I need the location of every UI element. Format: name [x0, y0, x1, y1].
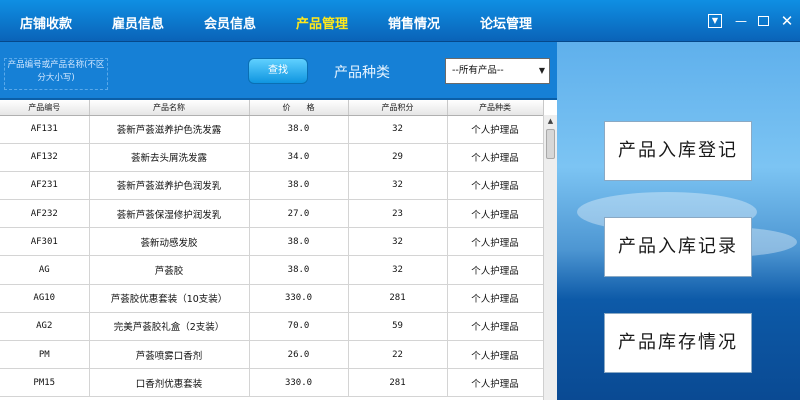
nav-item-sales-status[interactable]: 销售情况 [388, 13, 440, 32]
cell-code: AF131 [0, 115, 90, 144]
cell-code: AG [0, 255, 90, 285]
column-header-points[interactable]: 产品积分 [348, 100, 448, 116]
search-button[interactable]: 查找 [248, 58, 308, 84]
product-table: 产品编号 产品名称 价 格 产品积分 产品种类 AF131 荟新芦荟滋养护色洗发… [0, 100, 544, 398]
cell-code: AF232 [0, 199, 90, 229]
cell-price: 330.0 [249, 368, 349, 398]
cell-category: 个人护理品 [447, 199, 544, 229]
cell-name: 口香剂优惠套装 [89, 368, 250, 398]
column-header-code[interactable]: 产品编号 [0, 100, 90, 116]
cell-category: 个人护理品 [447, 368, 544, 398]
table-row[interactable]: AF301 荟新动感发胶 38.0 32 个人护理品 [0, 227, 544, 257]
minimize-icon[interactable]: — [734, 14, 748, 28]
product-table-container: 产品编号 产品名称 价 格 产品积分 产品种类 AF131 荟新芦荟滋养护色洗发… [0, 100, 557, 400]
table-row[interactable]: AG10 芦荟胶优惠套装（10支装） 330.0 281 个人护理品 [0, 284, 544, 313]
cell-price: 70.0 [249, 312, 349, 342]
category-select-value: --所有产品-- [452, 65, 504, 76]
cell-category: 个人护理品 [447, 115, 544, 144]
cell-points: 22 [348, 340, 448, 370]
category-label: 产品种类 [334, 65, 390, 81]
category-select[interactable]: --所有产品-- ▼ [445, 58, 550, 84]
table-row[interactable]: PM15 口香剂优惠套装 330.0 281 个人护理品 [0, 368, 544, 398]
table-header-row: 产品编号 产品名称 价 格 产品积分 产品种类 [0, 100, 544, 116]
cell-category: 个人护理品 [447, 171, 544, 201]
cell-price: 27.0 [249, 199, 349, 229]
cell-code: PM [0, 340, 90, 370]
nav-item-member-info[interactable]: 会员信息 [204, 13, 256, 32]
table-row[interactable]: AF131 荟新芦荟滋养护色洗发露 38.0 32 个人护理品 [0, 115, 544, 144]
table-row[interactable]: AF231 荟新芦荟滋养护色润发乳 38.0 32 个人护理品 [0, 171, 544, 201]
column-header-price[interactable]: 价 格 [249, 100, 349, 116]
cell-price: 38.0 [249, 115, 349, 144]
product-stock-in-records-button[interactable]: 产品入库记录 [604, 217, 752, 277]
nav-item-employee-info[interactable]: 雇员信息 [112, 13, 164, 32]
nav-item-store-receipts[interactable]: 店铺收款 [20, 13, 72, 32]
cell-category: 个人护理品 [447, 284, 544, 313]
cell-price: 34.0 [249, 143, 349, 172]
cell-code: AF301 [0, 227, 90, 257]
top-nav-bar: 店铺收款 雇员信息 会员信息 产品管理 销售情况 论坛管理 ▼ — ✕ [0, 0, 800, 42]
cell-code: PM15 [0, 368, 90, 398]
close-icon[interactable]: ✕ [780, 14, 794, 29]
cell-points: 281 [348, 284, 448, 313]
product-inventory-status-button[interactable]: 产品库存情况 [604, 313, 752, 373]
cell-code: AF132 [0, 143, 90, 172]
search-input[interactable]: 产品编号或产品名称(不区分大小写) [4, 58, 108, 90]
table-row[interactable]: AF132 荟新去头屑洗发露 34.0 29 个人护理品 [0, 143, 544, 172]
cell-points: 32 [348, 255, 448, 285]
cell-code: AG2 [0, 312, 90, 342]
cell-name: 荟新芦荟滋养护色润发乳 [89, 171, 250, 201]
cell-name: 完美芦荟胶礼盒（2支装） [89, 312, 250, 342]
column-header-category[interactable]: 产品种类 [447, 100, 544, 116]
dropdown-menu-icon[interactable]: ▼ [708, 14, 722, 28]
cell-name: 芦荟胶优惠套装（10支装） [89, 284, 250, 313]
cell-name: 荟新芦荟滋养护色洗发露 [89, 115, 250, 144]
cell-price: 26.0 [249, 340, 349, 370]
table-scrollbar[interactable]: ▲ [543, 115, 557, 400]
cell-price: 38.0 [249, 171, 349, 201]
maximize-icon[interactable] [756, 14, 770, 28]
cell-category: 个人护理品 [447, 340, 544, 370]
cell-name: 芦荟胶 [89, 255, 250, 285]
scrollbar-thumb[interactable] [546, 129, 555, 159]
cell-price: 38.0 [249, 227, 349, 257]
product-stock-in-register-button[interactable]: 产品入库登记 [604, 121, 752, 181]
cell-category: 个人护理品 [447, 255, 544, 285]
nav-item-forum-management[interactable]: 论坛管理 [480, 13, 532, 32]
cell-points: 32 [348, 171, 448, 201]
cell-price: 330.0 [249, 284, 349, 313]
cell-points: 32 [348, 115, 448, 144]
cell-category: 个人护理品 [447, 143, 544, 172]
cell-points: 281 [348, 368, 448, 398]
cell-price: 38.0 [249, 255, 349, 285]
cell-points: 29 [348, 143, 448, 172]
cell-code: AG10 [0, 284, 90, 313]
cell-name: 荟新动感发胶 [89, 227, 250, 257]
cell-points: 32 [348, 227, 448, 257]
cell-name: 荟新芦荟保湿修护润发乳 [89, 199, 250, 229]
table-row[interactable]: AF232 荟新芦荟保湿修护润发乳 27.0 23 个人护理品 [0, 199, 544, 229]
column-header-name[interactable]: 产品名称 [89, 100, 250, 116]
scroll-up-icon[interactable]: ▲ [544, 115, 557, 127]
cell-category: 个人护理品 [447, 312, 544, 342]
cell-name: 芦荟喷雾口香剂 [89, 340, 250, 370]
cell-code: AF231 [0, 171, 90, 201]
cell-category: 个人护理品 [447, 227, 544, 257]
cell-points: 23 [348, 199, 448, 229]
nav-item-product-management[interactable]: 产品管理 [296, 13, 348, 32]
table-row[interactable]: AG 芦荟胶 38.0 32 个人护理品 [0, 255, 544, 285]
cell-name: 荟新去头屑洗发露 [89, 143, 250, 172]
table-row[interactable]: AG2 完美芦荟胶礼盒（2支装） 70.0 59 个人护理品 [0, 312, 544, 342]
chevron-down-icon: ▼ [538, 66, 545, 75]
table-row[interactable]: PM 芦荟喷雾口香剂 26.0 22 个人护理品 [0, 340, 544, 370]
cell-points: 59 [348, 312, 448, 342]
